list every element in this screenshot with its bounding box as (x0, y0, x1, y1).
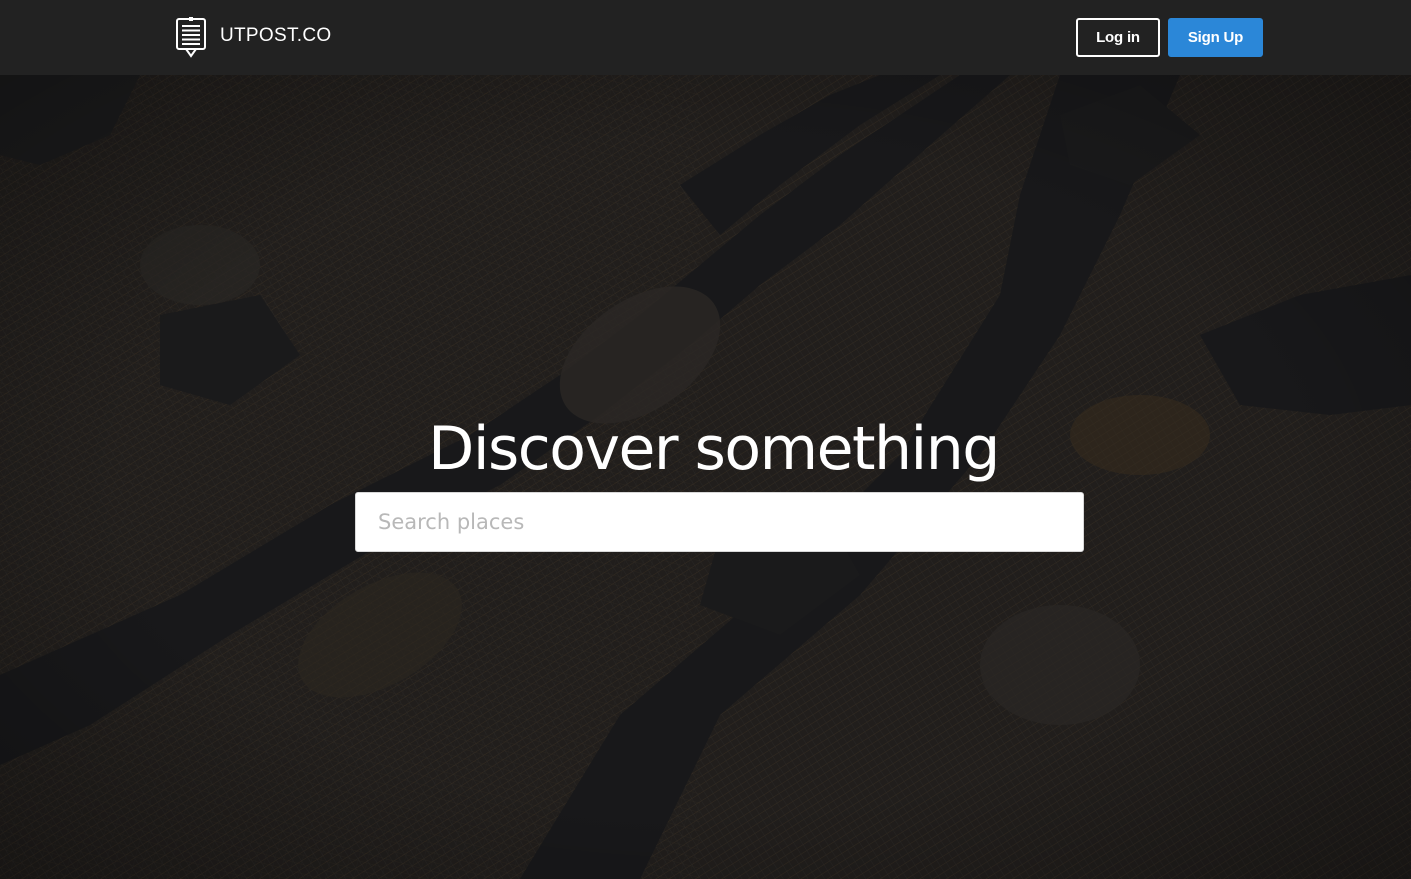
billboard-icon (176, 17, 206, 58)
login-button[interactable]: Log in (1076, 18, 1160, 57)
search-input[interactable] (355, 492, 1084, 552)
signup-button[interactable]: Sign Up (1168, 18, 1263, 57)
brand-name: UTPOST.CO (220, 24, 332, 46)
hero-section: Discover something (0, 75, 1411, 879)
top-nav: UTPOST.CO Log in Sign Up (0, 0, 1411, 75)
hero-title: Discover something (428, 414, 1000, 484)
brand-logo[interactable]: UTPOST.CO (175, 17, 331, 58)
